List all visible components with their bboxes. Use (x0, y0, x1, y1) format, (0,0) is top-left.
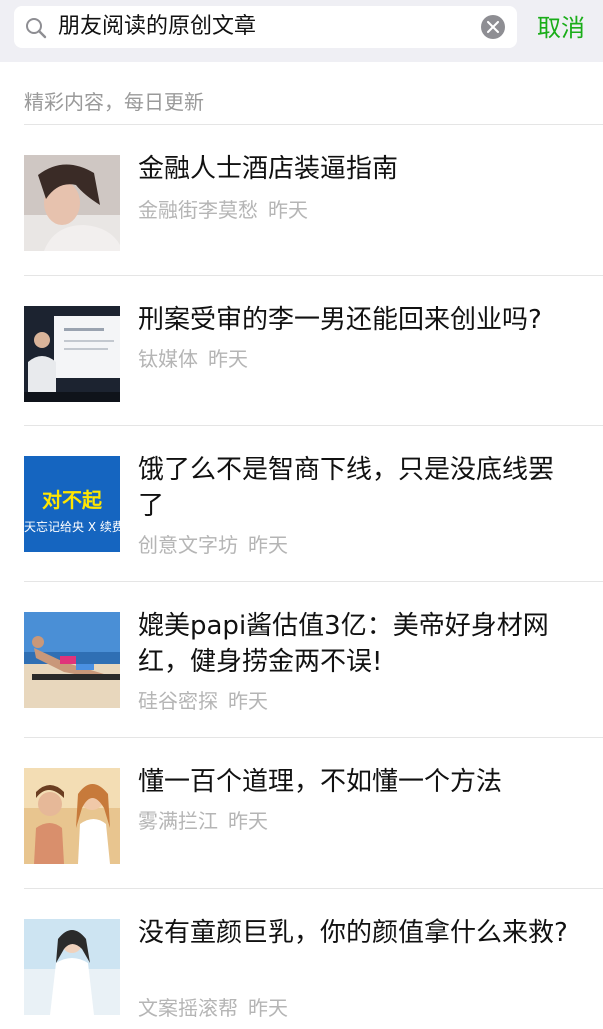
thumbnail-caption: 对不起 (42, 488, 102, 512)
article-thumbnail (24, 306, 120, 402)
article-meta: 硅谷密探 昨天 (138, 688, 278, 714)
article-meta: 雾满拦江 昨天 (138, 808, 278, 834)
article-time: 昨天 (228, 809, 268, 833)
article-title: 金融人士酒店装逼指南 (138, 154, 399, 184)
article-source: 雾满拦江 (138, 809, 218, 833)
article-source: 硅谷密探 (138, 689, 218, 713)
article-thumbnail (24, 768, 120, 864)
search-bar: 取消 (0, 0, 603, 62)
list-item[interactable]: 刑案受审的李一男还能回来创业吗? 钛媒体 昨天 (24, 276, 603, 426)
article-thumbnail (24, 155, 120, 251)
article-title: 懂一百个道理，不如懂一个方法 (138, 767, 503, 797)
list-item[interactable]: 对不起 天忘记给央 X 续费 饿了么不是智商下线，只是没底线罢了 创意文字坊 昨天 (24, 426, 603, 582)
article-meta: 创意文字坊 昨天 (138, 532, 298, 558)
article-meta: 钛媒体 昨天 (138, 346, 258, 372)
thumbnail-subcaption: 天忘记给央 X 续费 (24, 520, 120, 534)
article-source: 创意文字坊 (138, 533, 238, 557)
article-title: 媲美papi酱估值3亿：美帝好身材网红，健身捞金两不误! (138, 611, 549, 677)
article-title: 没有童颜巨乳，你的颜值拿什么来救? (138, 918, 568, 948)
article-time: 昨天 (248, 996, 288, 1020)
article-meta: 文案摇滚帮 昨天 (138, 995, 298, 1021)
search-icon (24, 16, 48, 40)
article-time: 昨天 (228, 689, 268, 713)
article-time: 昨天 (248, 533, 288, 557)
cancel-button[interactable]: 取消 (537, 10, 585, 46)
article-source: 钛媒体 (138, 347, 198, 371)
search-box[interactable] (14, 6, 517, 48)
list-item[interactable]: 懂一百个道理，不如懂一个方法 雾满拦江 昨天 (24, 738, 603, 889)
article-thumbnail (24, 919, 120, 1015)
article-time: 昨天 (268, 198, 308, 222)
article-source: 金融街李莫愁 (138, 198, 258, 222)
list-item[interactable]: 金融人士酒店装逼指南 金融街李莫愁 昨天 (24, 125, 603, 276)
article-source: 文案摇滚帮 (138, 996, 238, 1020)
article-title: 刑案受审的李一男还能回来创业吗? (138, 305, 542, 335)
list-item[interactable]: 媲美papi酱估值3亿：美帝好身材网红，健身捞金两不误! 硅谷密探 昨天 (24, 582, 603, 738)
article-list: 金融人士酒店装逼指南 金融街李莫愁 昨天 刑案受审的李一男还能回来创业吗? 钛媒体… (0, 125, 603, 1029)
article-thumbnail (24, 612, 120, 708)
article-meta: 金融街李莫愁 昨天 (138, 197, 318, 223)
article-time: 昨天 (208, 347, 248, 371)
article-title: 饿了么不是智商下线，只是没底线罢了 (138, 455, 555, 521)
section-header: 精彩内容，每日更新 (24, 90, 204, 114)
article-thumbnail: 对不起 天忘记给央 X 续费 (24, 456, 120, 552)
list-item[interactable]: 没有童颜巨乳，你的颜值拿什么来救? 文案摇滚帮 昨天 (24, 889, 603, 1029)
clear-icon[interactable] (481, 15, 505, 39)
search-input[interactable] (58, 6, 478, 48)
